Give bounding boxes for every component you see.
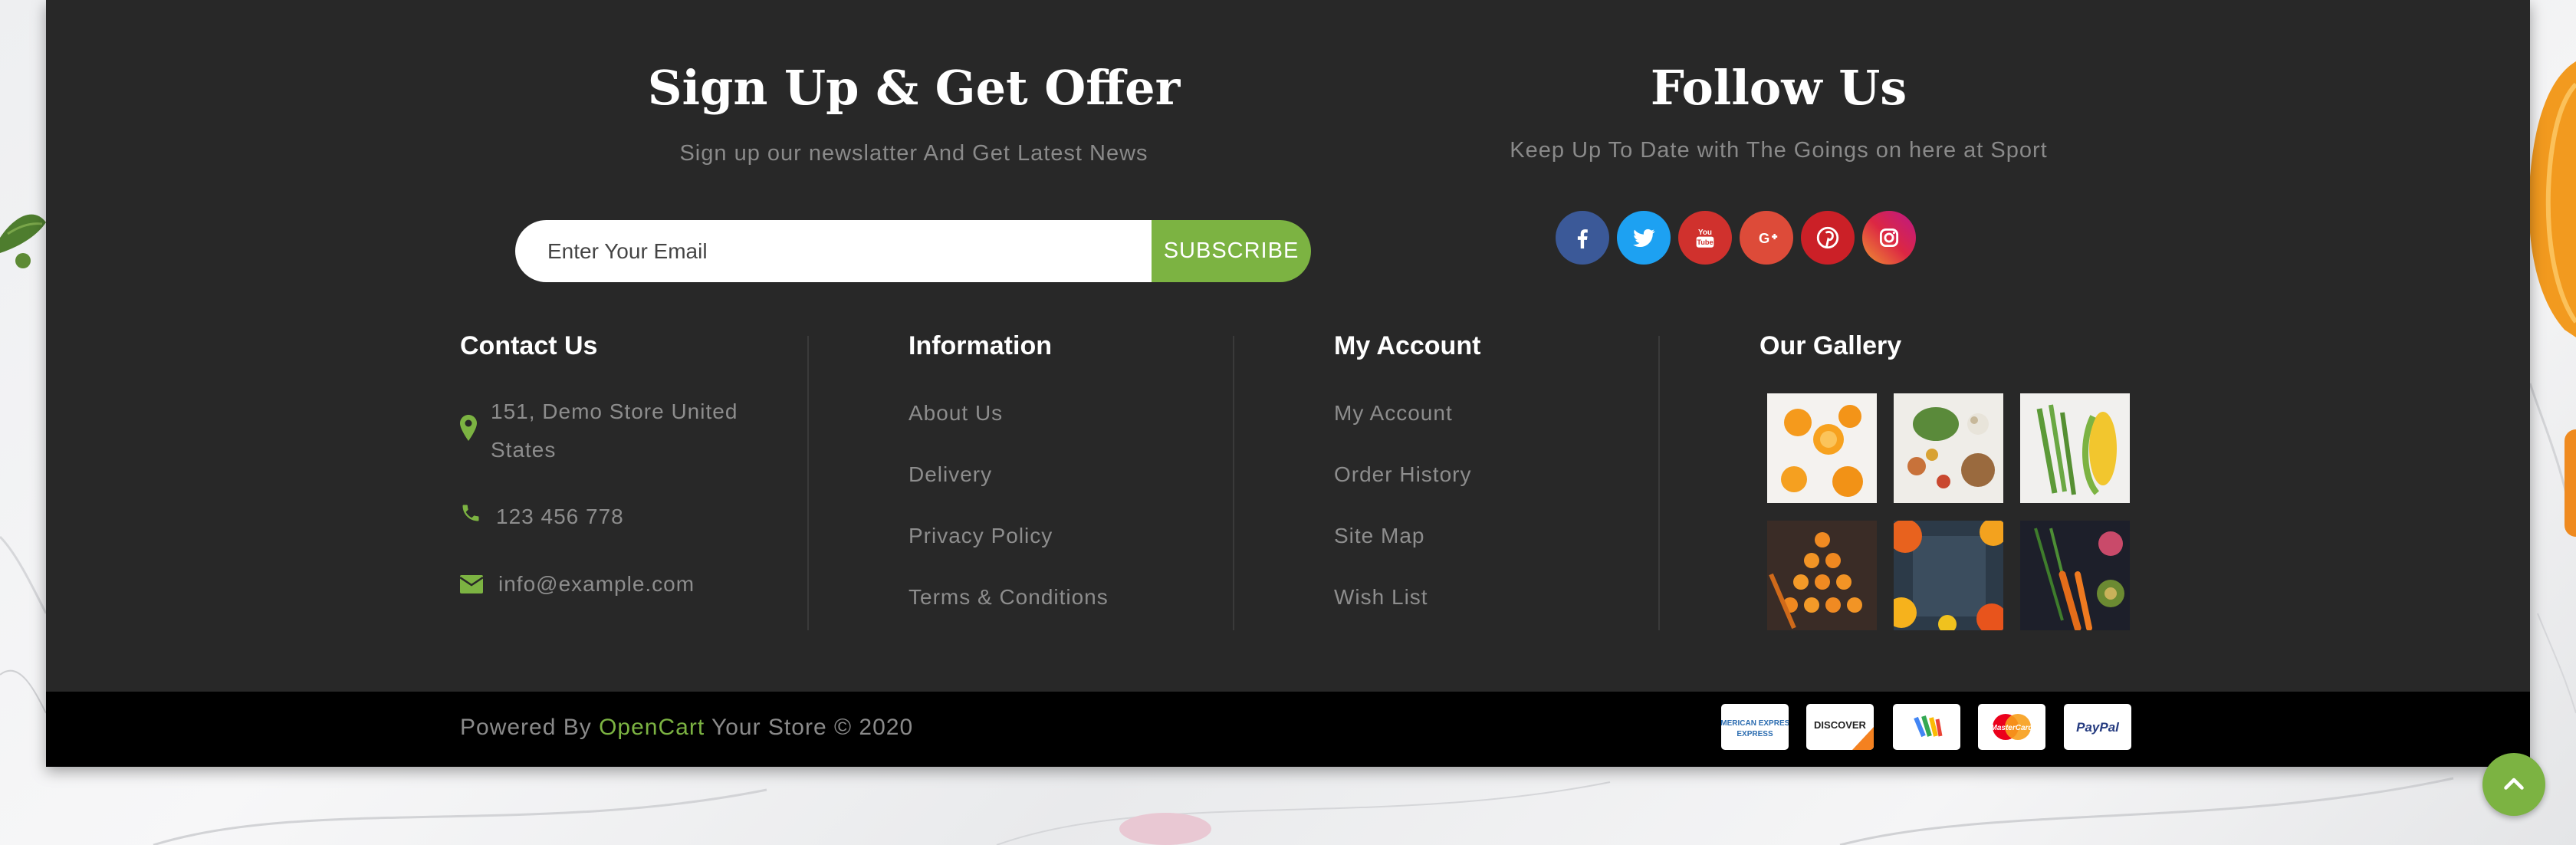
orange-decoration [2564,429,2576,537]
column-divider [1233,336,1234,630]
link-site-map[interactable]: Site Map [1334,524,1425,548]
contact-email: info@example.com [498,572,695,596]
instagram-icon[interactable] [1862,211,1916,265]
gallery-title: Our Gallery [1760,331,1902,360]
link-privacy-policy[interactable]: Privacy Policy [909,524,1053,548]
paypal-payment-icon: PayPal [2064,704,2131,750]
link-order-history[interactable]: Order History [1334,462,1471,487]
chevron-up-icon [2504,778,2524,790]
email-input[interactable] [515,220,1152,282]
twitter-icon[interactable] [1617,211,1671,265]
gallery-image-vegetables[interactable] [2020,521,2130,630]
svg-text:Tube: Tube [1697,238,1713,246]
newsletter-form: SUBSCRIBE [515,220,1313,282]
facebook-icon[interactable] [1556,211,1609,265]
gallery-image-greens[interactable] [1894,393,2003,503]
fruit-decoration [1119,813,1211,845]
follow-subtitle: Keep Up To Date with The Goings on here … [1510,138,2048,163]
footer: Sign Up & Get Offer Sign up our newslatt… [46,0,2530,767]
pinterest-icon[interactable] [1801,211,1855,265]
powered-by-label: Powered By [460,715,592,740]
discover-payment-icon: DISCOVER [1806,704,1874,750]
google-wallet-payment-icon [1893,704,1960,750]
phone-icon [462,505,479,521]
subscribe-button[interactable]: SUBSCRIBE [1152,220,1311,282]
scroll-to-top-button[interactable] [2482,753,2545,816]
svg-text:G: G [1759,230,1769,246]
gallery-image-corn-beans[interactable] [2020,393,2130,503]
contact-title: Contact Us [460,331,598,360]
link-terms-conditions[interactable]: Terms & Conditions [909,585,1109,610]
contact-address: 151, Demo Store United States [491,399,738,462]
gallery-image-orange-slices[interactable] [1767,521,1877,630]
envelope-icon [460,575,483,593]
footer-bottom-bar [46,692,2530,767]
svg-text:DISCOVER: DISCOVER [1814,719,1867,731]
google-plus-icon[interactable]: G [1740,211,1793,265]
svg-text:EXPRESS: EXPRESS [1737,730,1773,738]
copyright-text: Powered By OpenCart Your Store © 2020 [460,715,913,741]
svg-text:AMERICAN EXPRESS: AMERICAN EXPRESS [1721,719,1789,728]
information-title: Information [909,331,1052,360]
newsletter-subtitle: Sign up our newslatter And Get Latest Ne… [679,141,1148,166]
youtube-icon[interactable]: You Tube [1678,211,1732,265]
gallery-image-oranges[interactable] [1767,393,1877,503]
link-delivery[interactable]: Delivery [909,462,992,487]
opencart-link[interactable]: OpenCart [599,715,705,740]
store-copyright: Your Store © 2020 [711,715,914,740]
amex-payment-icon: AMERICAN EXPRESS EXPRESS [1721,704,1789,750]
svg-text:PayPal: PayPal [2076,720,2120,735]
link-my-account[interactable]: My Account [1334,401,1453,426]
svg-text:You: You [1698,229,1712,237]
svg-text:MasterCard: MasterCard [1990,724,2033,732]
link-about-us[interactable]: About Us [909,401,1003,426]
account-title: My Account [1334,331,1481,360]
link-wish-list[interactable]: Wish List [1334,585,1428,610]
map-marker-icon [460,415,477,441]
mastercard-payment-icon: MasterCard [1978,704,2045,750]
column-divider [807,336,809,630]
newsletter-title: Sign Up & Get Offer [647,60,1181,116]
column-divider [1658,336,1660,630]
follow-title: Follow Us [1650,60,1907,116]
orange-slice-decoration [2528,61,2576,337]
contact-phone: 123 456 778 [496,505,624,528]
gallery-image-citrus-board[interactable] [1894,521,2003,630]
